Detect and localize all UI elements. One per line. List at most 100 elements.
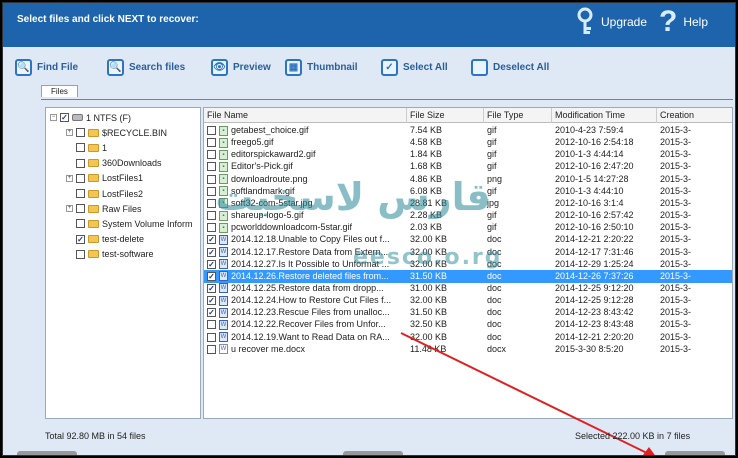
tree-node[interactable]: ✓ test-delete — [66, 233, 144, 246]
file-checkbox[interactable] — [207, 174, 216, 184]
table-row[interactable]: ▪ shareup-logo-5.gif 2.28 KB gif 2012-10-16 … — [204, 209, 732, 222]
tree-node[interactable]: + Raw Files — [66, 202, 142, 215]
table-row[interactable]: ✓ W 2014.12.27.Is It Possible to Unformat … — [204, 258, 732, 271]
table-row[interactable]: W 2014.12.22.Recover Files from Unfor... 3… — [204, 318, 732, 331]
tree-checkbox[interactable]: ✓ — [60, 113, 69, 122]
table-row[interactable]: ✓ W 2014.12.26.Restore deleted files from.… — [204, 269, 732, 283]
table-row[interactable]: ▪ Editor's-Pick.gif 1.68 KB gif 2012-10-16 2… — [204, 160, 732, 173]
file-checkbox[interactable] — [207, 223, 216, 233]
expand-icon[interactable]: + — [66, 205, 73, 213]
table-row[interactable]: ▪ freego5.gif 4.58 KB gif 2012-10-16 2:54:18… — [204, 136, 732, 149]
table-row[interactable]: ▪ editorspickaward2.gif 1.84 KB gif 2010-1-3… — [204, 148, 732, 161]
tree-checkbox[interactable] — [76, 128, 85, 138]
file-checkbox[interactable] — [207, 344, 216, 354]
table-row[interactable]: ▪ softlandmark.gif 6.08 KB gif 2010-1-3 4:44… — [204, 185, 732, 198]
help-button[interactable]: ? Help — [659, 7, 708, 37]
table-row[interactable]: ✓ W 2014.12.17.Restore Data from Extern...… — [204, 246, 732, 259]
tree-node[interactable]: − ✓ 1 NTFS (F) — [50, 111, 131, 124]
file-checkbox[interactable] — [207, 198, 216, 208]
file-name: 2014.12.17.Restore Data from Extern... — [231, 246, 389, 257]
tree-checkbox[interactable] — [76, 249, 85, 259]
file-checkbox[interactable]: ✓ — [207, 271, 216, 281]
table-row[interactable]: ▪ downloadroute.png 4.86 KB png 2010-1-5 14:… — [204, 173, 732, 186]
file-name-cell: ✓ W 2014.12.23.Rescue Files from unalloc..… — [204, 306, 407, 319]
table-row[interactable]: ✓ W 2014.12.25.Restore data from dropp... 3… — [204, 282, 732, 295]
folder-icon — [88, 235, 99, 244]
tree-node[interactable]: LostFiles2 — [66, 187, 143, 200]
file-checkbox[interactable] — [207, 332, 216, 342]
tree-checkbox[interactable] — [76, 219, 85, 229]
tree-checkbox[interactable] — [76, 158, 85, 168]
folder-icon — [88, 159, 99, 168]
tree-node[interactable]: System Volume Inform — [66, 217, 193, 230]
toolbar-button-preview[interactable]: 👁 Preview — [211, 58, 273, 76]
expand-icon[interactable]: + — [66, 174, 73, 182]
toolbar-button-select-all[interactable]: ✓ Select All — [381, 58, 459, 76]
next-button[interactable] — [665, 451, 725, 455]
file-type-cell: png — [487, 173, 503, 184]
file-checkbox[interactable] — [207, 138, 216, 148]
header-bar: Select files and click NEXT to recover: … — [3, 3, 735, 47]
tree-node[interactable]: 360Downloads — [66, 157, 162, 170]
tree-node-label: 1 — [102, 142, 108, 153]
column-header[interactable]: File Size — [407, 108, 484, 123]
tree-node[interactable]: + LostFiles1 — [66, 172, 143, 185]
tree-checkbox[interactable] — [76, 143, 85, 153]
toolbar-button-search-files[interactable]: 🔍 Search files — [107, 58, 199, 76]
file-type-cell: gif — [487, 210, 497, 221]
file-size-cell: 7.54 KB — [410, 125, 443, 135]
file-checkbox[interactable]: ✓ — [207, 283, 216, 293]
table-row[interactable]: ✓ W 2014.12.18.Unable to Copy Files out f.… — [204, 233, 732, 246]
file-checkbox[interactable]: ✓ — [207, 308, 216, 318]
file-checkbox[interactable]: ✓ — [207, 235, 216, 245]
tab-files[interactable]: Files — [41, 85, 78, 97]
table-row[interactable]: ▪ getabest_choice.gif 7.54 KB gif 2010-4-23 … — [204, 124, 732, 137]
file-checkbox[interactable]: ✓ — [207, 259, 216, 269]
column-header[interactable]: Modification Time — [552, 108, 657, 123]
column-header[interactable]: File Type — [484, 108, 552, 123]
image-file-icon: ▪ — [219, 186, 228, 197]
file-list[interactable]: File Name File Size File Type Modification … — [203, 107, 733, 419]
file-checkbox[interactable] — [207, 126, 216, 135]
document-file-icon: W — [219, 332, 228, 343]
file-checkbox[interactable]: ✓ — [207, 247, 216, 257]
file-checkbox[interactable] — [207, 186, 216, 196]
tree-checkbox[interactable] — [76, 173, 85, 183]
file-type-cell: docx — [487, 343, 507, 354]
expand-icon[interactable]: − — [50, 114, 57, 121]
tree-checkbox[interactable] — [76, 204, 85, 214]
toolbar-button-thumbnail[interactable]: ▦ Thumbnail — [285, 58, 369, 76]
tree-checkbox[interactable] — [76, 189, 85, 198]
tree-node[interactable]: 1 — [66, 141, 107, 154]
folder-tree[interactable]: − ✓ 1 NTFS (F) + $RECYCLE.BIN 1 360Downloads + L… — [45, 107, 201, 419]
file-checkbox[interactable] — [207, 211, 216, 221]
table-row[interactable]: Wu recover me.docx 11.48 KB docx 2015-3-30 … — [204, 343, 732, 356]
column-header[interactable]: File Name — [204, 108, 407, 123]
file-checkbox[interactable] — [207, 320, 216, 330]
file-size-cell: 1.84 KB — [410, 149, 443, 160]
file-checkbox[interactable] — [207, 162, 216, 172]
back-button[interactable] — [17, 451, 77, 455]
image-file-icon: ▪ — [219, 137, 228, 148]
file-checkbox[interactable]: ✓ — [207, 296, 216, 306]
table-row[interactable]: ▪ soft32-com-5star.jpg 28.81 KB jpg 2012-10-… — [204, 197, 732, 210]
file-name-cell: ▪ freego5.gif — [204, 136, 407, 149]
file-type-cell: doc — [487, 282, 502, 293]
image-file-icon: ▪ — [219, 149, 228, 160]
middle-button[interactable] — [343, 451, 403, 455]
column-header[interactable]: Creation — [657, 108, 732, 123]
table-row[interactable]: ✓ W 2014.12.24.How to Restore Cut Files f.… — [204, 294, 732, 307]
tree-node[interactable]: test-software — [66, 248, 154, 261]
table-row[interactable]: ✓ W 2014.12.23.Rescue Files from unalloc..… — [204, 306, 732, 319]
upgrade-button[interactable]: Upgrade — [575, 7, 647, 37]
file-mtime-cell: 2012-10-16 3:1:4 — [555, 197, 624, 208]
toolbar-button-find-file[interactable]: 🔍 Find File — [15, 58, 95, 76]
tree-checkbox[interactable]: ✓ — [76, 234, 85, 244]
table-row[interactable]: ▪ pcworlddownloadcom-5star.gif 2.03 KB gif 2… — [204, 221, 732, 234]
file-name-cell: W 2014.12.22.Recover Files from Unfor... — [204, 318, 407, 331]
toolbar-button-deselect-all[interactable]: Deselect All — [471, 58, 561, 76]
table-row[interactable]: W 2014.12.19.Want to Read Data on RA... 32… — [204, 331, 732, 344]
file-checkbox[interactable] — [207, 150, 216, 160]
tree-node[interactable]: + $RECYCLE.BIN — [66, 126, 167, 139]
expand-icon[interactable]: + — [66, 129, 73, 137]
